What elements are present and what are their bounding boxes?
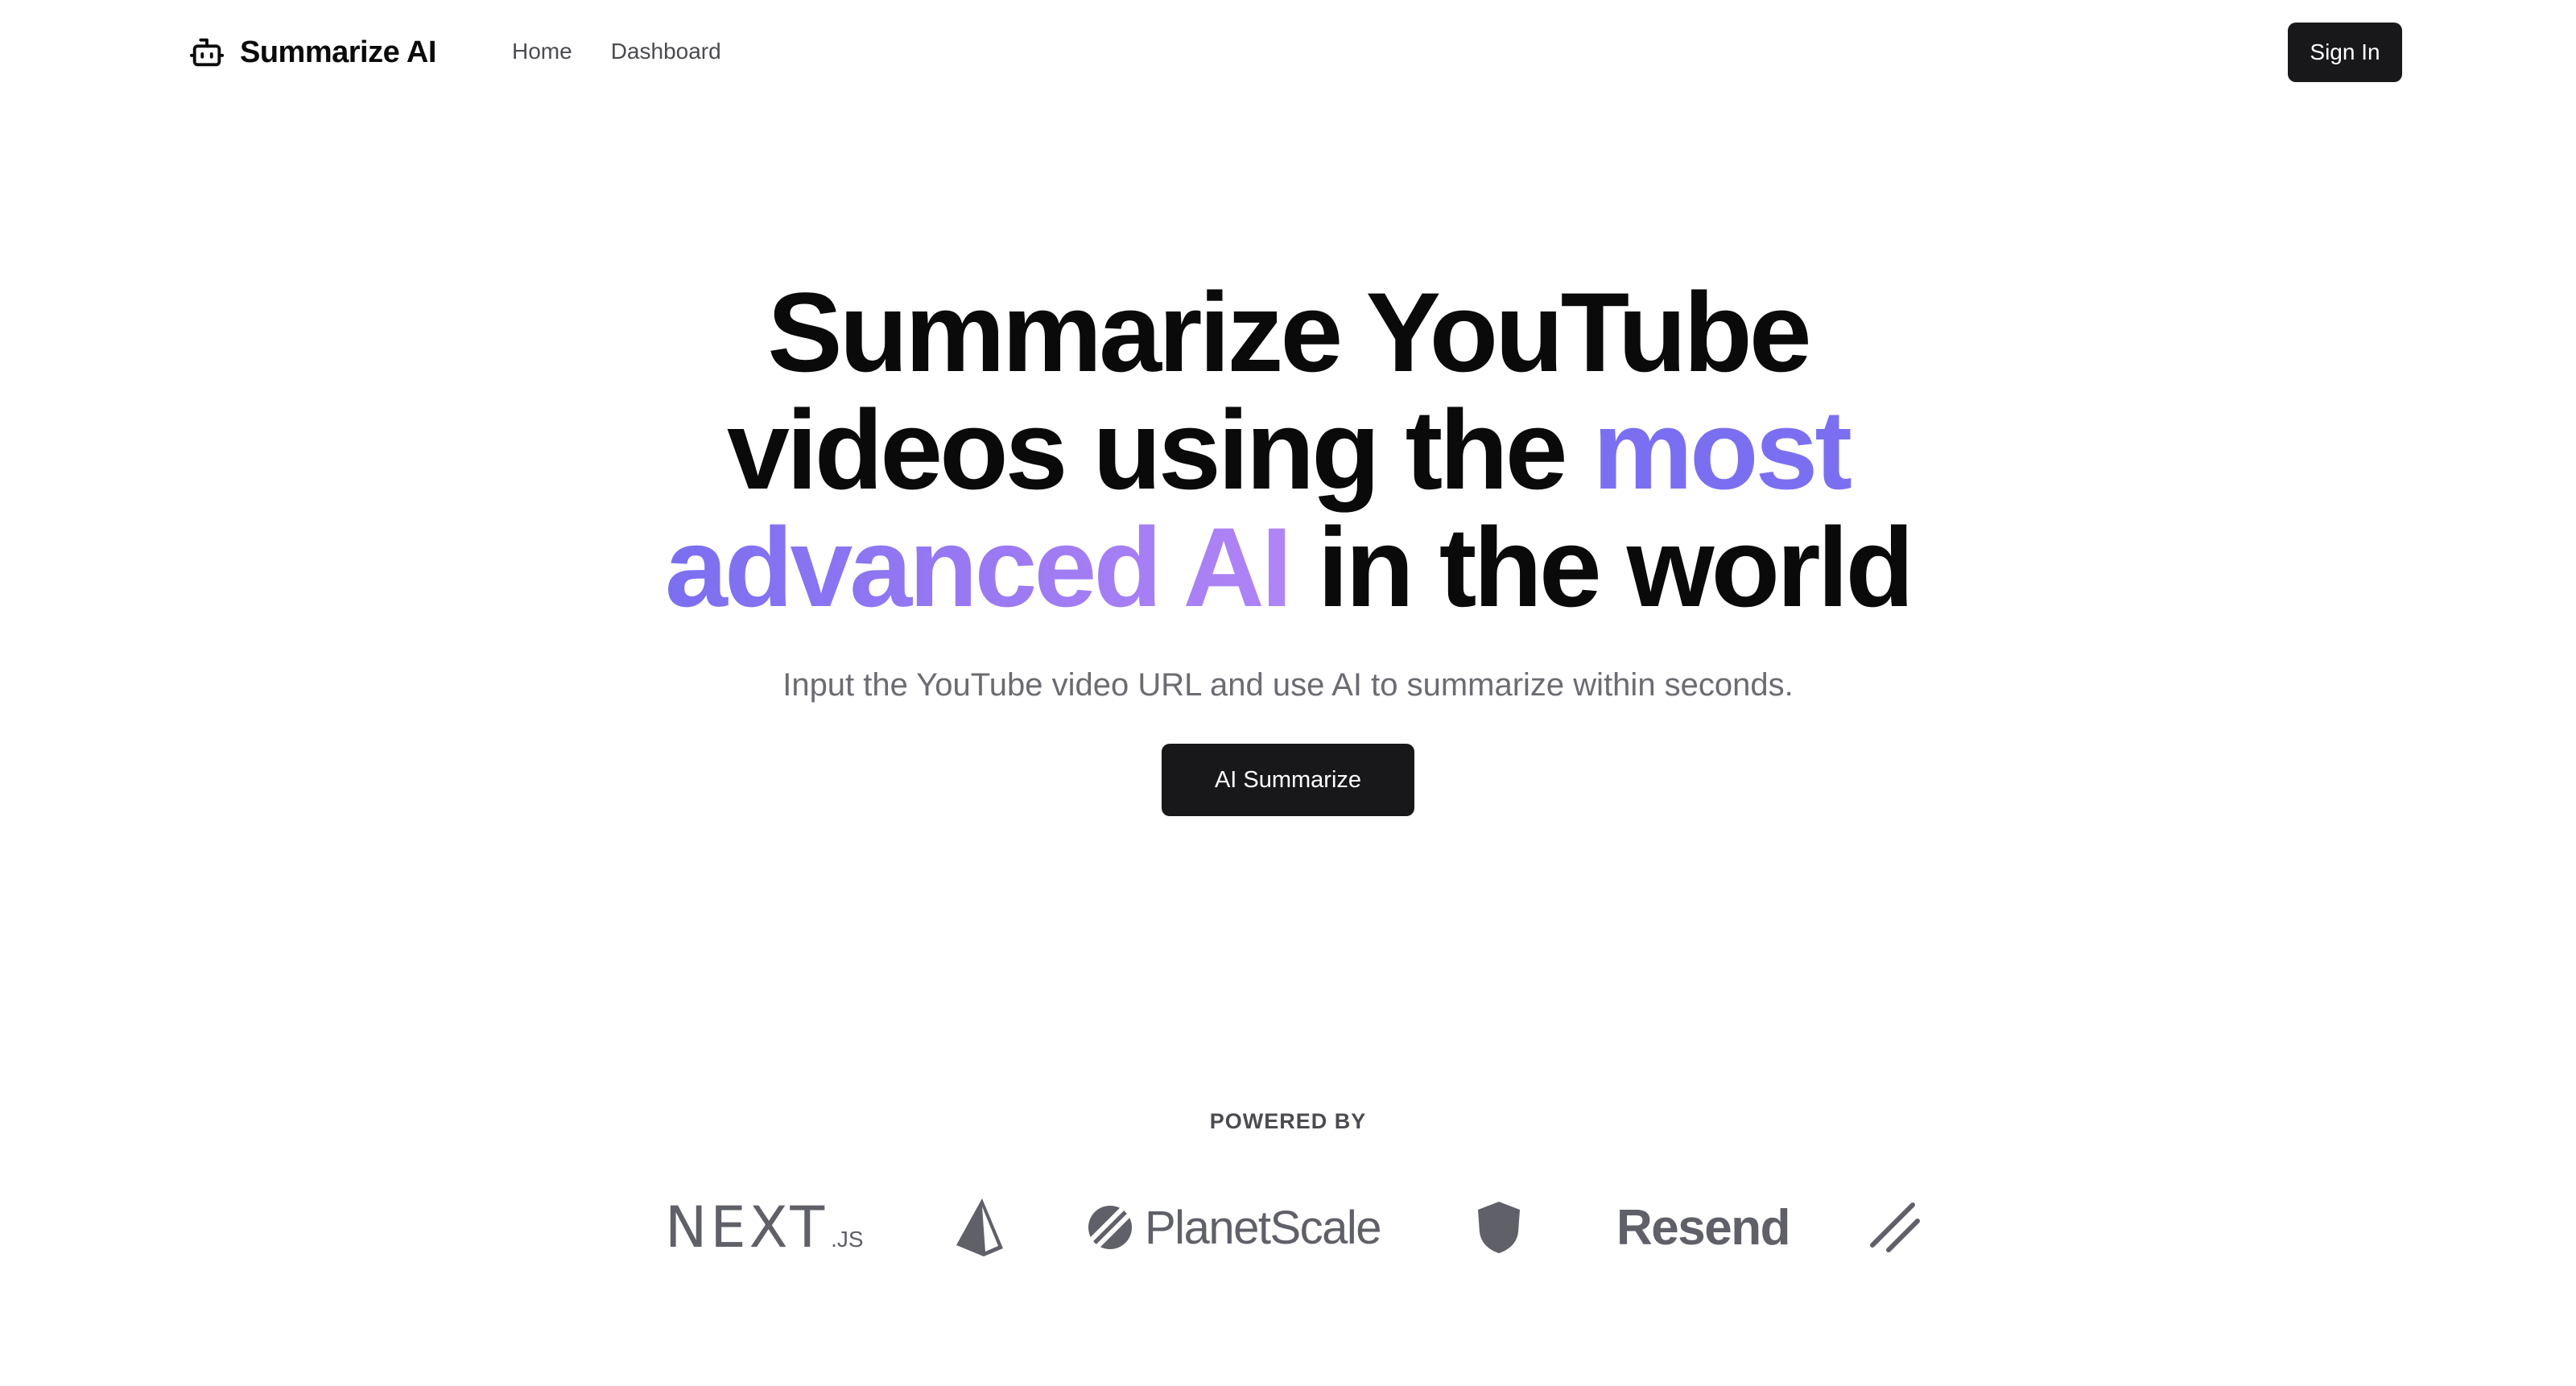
headline-line-2: videos using the most — [0, 391, 2576, 509]
headline-accent-advanced-ai: advanced AI — [665, 504, 1293, 630]
nav-links: Home Dashboard — [512, 35, 721, 68]
sign-in-button[interactable]: Sign In — [2288, 23, 2402, 82]
brand-name: Summarize AI — [240, 35, 436, 69]
planetscale-logo-text: PlanetScale — [1145, 1201, 1382, 1254]
headline-accent-most: most — [1592, 386, 1852, 513]
brand-link[interactable]: Summarize AI — [188, 31, 436, 74]
ai-summarize-button[interactable]: AI Summarize — [1162, 744, 1414, 816]
planetscale-icon — [1088, 1206, 1132, 1249]
prisma-logo — [953, 1183, 1006, 1272]
shadcn-logo — [1869, 1183, 1921, 1272]
nextjs-logo-text: NEXT — [665, 1194, 828, 1260]
headline-line-1: Summarize YouTube — [767, 269, 1811, 395]
nav-link-dashboard[interactable]: Dashboard — [611, 35, 721, 68]
robot-icon — [189, 38, 225, 67]
powered-by-section: POWERED BY — [0, 1109, 2576, 1134]
tech-logos-row: NEXT .JS PlanetScale Resend — [0, 1183, 2576, 1272]
resend-logo-text: Resend — [1616, 1199, 1790, 1256]
nextjs-logo: NEXT .JS — [665, 1183, 864, 1272]
nextauth-shield-logo — [1476, 1183, 1521, 1272]
headline-line-3: advanced AI in the world — [0, 509, 2576, 626]
shadcn-slash-icon — [1870, 1202, 1920, 1252]
top-navbar: Summarize AI Home Dashboard Sign In — [0, 0, 2576, 100]
shield-icon — [1478, 1202, 1520, 1253]
hero-headline: Summarize YouTube videos using the most … — [0, 274, 2576, 626]
hero-section: Summarize YouTube videos using the most … — [0, 274, 2576, 816]
nextjs-logo-sub: .JS — [831, 1227, 864, 1252]
nav-link-home[interactable]: Home — [512, 35, 572, 68]
headline-line-2-plain: videos using the — [727, 386, 1593, 513]
planetscale-logo: PlanetScale — [1087, 1183, 1382, 1272]
hero-subtitle: Input the YouTube video URL and use AI t… — [782, 667, 1794, 703]
resend-logo: Resend — [1616, 1183, 1790, 1272]
prisma-icon — [956, 1198, 1003, 1256]
powered-by-label: POWERED BY — [1209, 1109, 1367, 1133]
headline-line-3-plain: in the world — [1289, 504, 1914, 630]
